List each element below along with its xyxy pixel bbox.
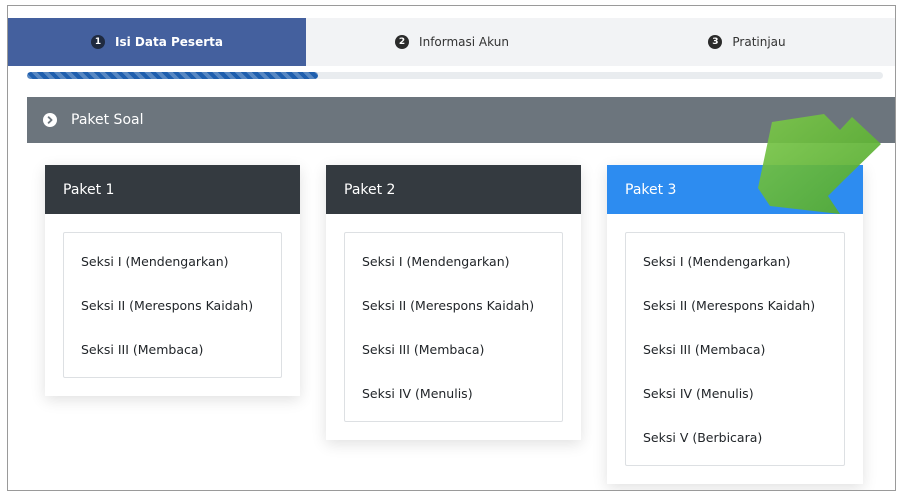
- list-item: Seksi IV (Menulis): [362, 385, 473, 401]
- section-title: Paket Soal: [71, 112, 144, 128]
- wizard-steps: 1 Isi Data Peserta 2 Informasi Akun 3 Pr…: [8, 18, 895, 66]
- step-informasi-akun[interactable]: 2 Informasi Akun: [306, 18, 598, 66]
- list-item: Seksi III (Membaca): [643, 341, 766, 357]
- package-card-body: Seksi I (Mendengarkan) Seksi II (Merespo…: [45, 214, 300, 378]
- list-item: Seksi II (Merespons Kaidah): [362, 297, 535, 313]
- list-item: Seksi III (Membaca): [81, 341, 204, 357]
- step-isi-data-peserta[interactable]: 1 Isi Data Peserta: [8, 18, 306, 66]
- list-item: Seksi II (Merespons Kaidah): [643, 297, 816, 313]
- section-list: Seksi I (Mendengarkan) Seksi II (Merespo…: [63, 232, 282, 378]
- progress-bar: [27, 72, 883, 79]
- list-item: Seksi IV (Menulis): [643, 385, 754, 401]
- step-label: Informasi Akun: [419, 35, 509, 49]
- chevron-right-circle-icon: [43, 113, 57, 127]
- package-card-1: Paket 1 Seksi I (Mendengarkan) Seksi II …: [45, 165, 300, 396]
- step-number-badge: 3: [708, 35, 723, 49]
- step-number-badge: 1: [91, 35, 106, 49]
- section-list: Seksi I (Mendengarkan) Seksi II (Merespo…: [625, 232, 845, 466]
- package-card-2: Paket 2 Seksi I (Mendengarkan) Seksi II …: [326, 165, 581, 440]
- step-pratinjau[interactable]: 3 Pratinjau: [598, 18, 895, 66]
- step-number-badge: 2: [395, 35, 410, 49]
- progress-bar-fill: [27, 72, 319, 79]
- package-card-header[interactable]: Paket 3: [607, 165, 863, 214]
- list-item: Seksi I (Mendengarkan): [81, 253, 229, 269]
- step-label: Isi Data Peserta: [115, 35, 223, 49]
- section-header-paket-soal[interactable]: Paket Soal: [27, 97, 895, 143]
- list-item: Seksi II (Merespons Kaidah): [81, 297, 254, 313]
- package-card-body: Seksi I (Mendengarkan) Seksi II (Merespo…: [326, 214, 581, 422]
- list-item: Seksi I (Mendengarkan): [362, 253, 510, 269]
- app-frame: 1 Isi Data Peserta 2 Informasi Akun 3 Pr…: [7, 5, 896, 491]
- package-card-body: Seksi I (Mendengarkan) Seksi II (Merespo…: [607, 214, 863, 466]
- step-label: Pratinjau: [732, 35, 786, 49]
- list-item: Seksi I (Mendengarkan): [643, 253, 791, 269]
- list-item: Seksi V (Berbicara): [643, 429, 763, 445]
- list-item: Seksi III (Membaca): [362, 341, 485, 357]
- section-list: Seksi I (Mendengarkan) Seksi II (Merespo…: [344, 232, 563, 422]
- package-card-header[interactable]: Paket 2: [326, 165, 581, 214]
- package-card-header[interactable]: Paket 1: [45, 165, 300, 214]
- package-card-3: Paket 3 Seksi I (Mendengarkan) Seksi II …: [607, 165, 863, 484]
